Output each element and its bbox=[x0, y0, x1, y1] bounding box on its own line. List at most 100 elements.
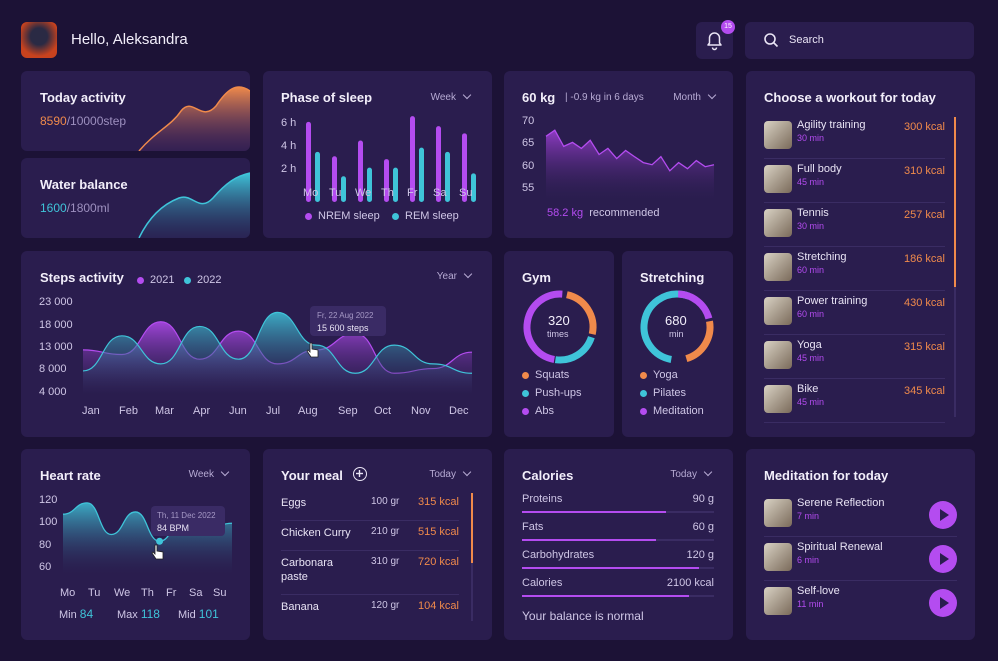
nutrient-bar bbox=[522, 539, 714, 541]
meal-scrollbar[interactable] bbox=[471, 493, 473, 621]
gym-unit: times bbox=[547, 329, 569, 339]
x-tick: Sa bbox=[433, 187, 447, 199]
y-tick: 4 000 bbox=[39, 386, 67, 398]
workout-kcal: 430 kcal bbox=[904, 297, 945, 309]
workout-name: Stretching bbox=[797, 251, 847, 263]
nutrient-value: 90 g bbox=[692, 493, 714, 505]
workout-thumbnail bbox=[764, 297, 792, 325]
stretching-value: 680 bbox=[665, 313, 687, 328]
min-value: 84 bbox=[79, 607, 94, 621]
min-label: Min bbox=[59, 609, 77, 621]
steps-tooltip: Fr, 22 Aug 2022 15 600 steps bbox=[310, 306, 386, 336]
y-tick: 80 bbox=[39, 539, 52, 551]
search-placeholder: Search bbox=[789, 34, 824, 46]
workout-name: Bike bbox=[797, 383, 819, 395]
workout-item[interactable]: Power training 60 min 430 kcal bbox=[764, 291, 945, 335]
x-tick: Aug bbox=[298, 405, 318, 417]
workout-item[interactable]: Bike 45 min 345 kcal bbox=[764, 379, 945, 423]
workout-kcal: 257 kcal bbox=[904, 209, 945, 221]
steps-area-2022 bbox=[83, 312, 472, 394]
avatar[interactable] bbox=[21, 22, 57, 58]
workout-thumbnail bbox=[764, 253, 792, 281]
card-title: Meditation for today bbox=[764, 468, 889, 483]
weight-area bbox=[546, 130, 714, 201]
notifications-button[interactable]: 15 bbox=[696, 20, 735, 59]
activity-wave bbox=[138, 86, 250, 151]
weight-card: 60 kg | -0.9 kg in 6 days Month 58.2 kg … bbox=[504, 71, 733, 238]
y-tick: 70 bbox=[522, 115, 535, 127]
x-tick: Jul bbox=[266, 405, 281, 417]
workout-kcal: 315 kcal bbox=[904, 341, 945, 353]
x-tick: Su bbox=[213, 587, 227, 599]
tooltip-date: Th, 11 Dec 2022 bbox=[157, 511, 216, 520]
stretching-item: Yoga bbox=[653, 369, 678, 381]
gym-item: Abs bbox=[535, 405, 554, 417]
y-tick: 120 bbox=[39, 494, 58, 506]
workout-item[interactable]: Full body 45 min 310 kcal bbox=[764, 159, 945, 203]
nutrient-bar bbox=[522, 511, 714, 513]
x-tick: Mo bbox=[303, 187, 319, 199]
nutrient-name: Carbohydrates bbox=[522, 549, 595, 561]
workout-item[interactable]: Yoga 45 min 315 kcal bbox=[764, 335, 945, 379]
x-tick: Mo bbox=[60, 587, 76, 599]
notification-badge: 15 bbox=[721, 20, 735, 34]
play-button[interactable] bbox=[929, 501, 957, 529]
add-meal-button[interactable] bbox=[353, 467, 367, 481]
meal-name: Carbonara paste bbox=[281, 557, 333, 583]
meal-kcal: 104 kcal bbox=[418, 600, 459, 612]
nutrient-bar-fill bbox=[522, 567, 699, 569]
meal-item[interactable]: Chicken Curry 210 gr 515 kcal bbox=[281, 521, 459, 551]
workout-item[interactable]: Agility training 30 min 300 kcal bbox=[764, 115, 945, 159]
x-tick: Th bbox=[141, 587, 154, 599]
workout-item[interactable]: Tennis 30 min 257 kcal bbox=[764, 203, 945, 247]
x-tick: We bbox=[355, 187, 372, 199]
workout-thumbnail bbox=[764, 165, 792, 193]
workout-kcal: 186 kcal bbox=[904, 253, 945, 265]
nutrient-name: Proteins bbox=[522, 493, 563, 505]
y-tick: 65 bbox=[522, 137, 535, 149]
x-tick: Fr bbox=[407, 187, 418, 199]
meal-kcal: 515 kcal bbox=[418, 526, 459, 538]
play-button[interactable] bbox=[929, 545, 957, 573]
meal-card: Your meal Today Eggs 100 gr 315 kcal Chicke… bbox=[263, 449, 492, 640]
search-bar[interactable]: Search bbox=[745, 22, 974, 59]
workout-name: Agility training bbox=[797, 119, 866, 131]
meditation-thumbnail bbox=[764, 543, 792, 571]
nutrient-value: 2100 kcal bbox=[666, 577, 714, 589]
workout-item[interactable]: Stretching 60 min 186 kcal bbox=[764, 247, 945, 291]
workout-kcal: 345 kcal bbox=[904, 385, 945, 397]
rem-bar bbox=[419, 147, 424, 202]
meal-item[interactable]: Carbonara paste 310 gr 720 kcal bbox=[281, 551, 459, 595]
y-tick: 23 000 bbox=[39, 296, 73, 308]
search-icon bbox=[764, 33, 779, 48]
stretching-item: Meditation bbox=[653, 405, 704, 417]
calories-card: Calories Today Your balance is normal Pr… bbox=[504, 449, 733, 640]
calories-period-dropdown[interactable]: Today bbox=[670, 469, 711, 480]
meal-name: Chicken Curry bbox=[281, 527, 351, 539]
meal-item[interactable]: Eggs 100 gr 315 kcal bbox=[281, 491, 459, 521]
recommended-label: recommended bbox=[589, 207, 660, 219]
y-tick: 4 h bbox=[281, 140, 297, 152]
legend-nrem: NREM sleep bbox=[318, 210, 380, 222]
gym-card: Gym 320 times Squats Push-ups Abs bbox=[504, 251, 614, 437]
gym-item: Squats bbox=[535, 369, 570, 381]
meal-kcal: 315 kcal bbox=[418, 496, 459, 508]
play-button[interactable] bbox=[929, 589, 957, 617]
meditation-item[interactable]: Spiritual Renewal 6 min bbox=[764, 537, 957, 581]
nutrient-bar bbox=[522, 595, 714, 597]
y-tick: 8 000 bbox=[39, 363, 67, 375]
x-tick: Feb bbox=[119, 405, 138, 417]
meditation-item[interactable]: Self-love 11 min bbox=[764, 581, 957, 625]
y-tick: 2 h bbox=[281, 163, 297, 175]
gym-item: Push-ups bbox=[535, 387, 582, 399]
meal-item[interactable]: Banana 120 gr 104 kcal bbox=[281, 595, 459, 625]
x-tick: Sa bbox=[189, 587, 203, 599]
x-tick: Jan bbox=[82, 405, 100, 417]
meditation-card: Meditation for today Serene Reflection 7 … bbox=[746, 449, 975, 640]
meal-period-dropdown[interactable]: Today bbox=[429, 469, 470, 480]
nutrient-bar-fill bbox=[522, 595, 690, 597]
cursor-hand-icon bbox=[306, 342, 319, 358]
x-tick: Dec bbox=[449, 405, 469, 417]
workout-scrollbar[interactable] bbox=[954, 117, 956, 417]
meditation-item[interactable]: Serene Reflection 7 min bbox=[764, 493, 957, 537]
